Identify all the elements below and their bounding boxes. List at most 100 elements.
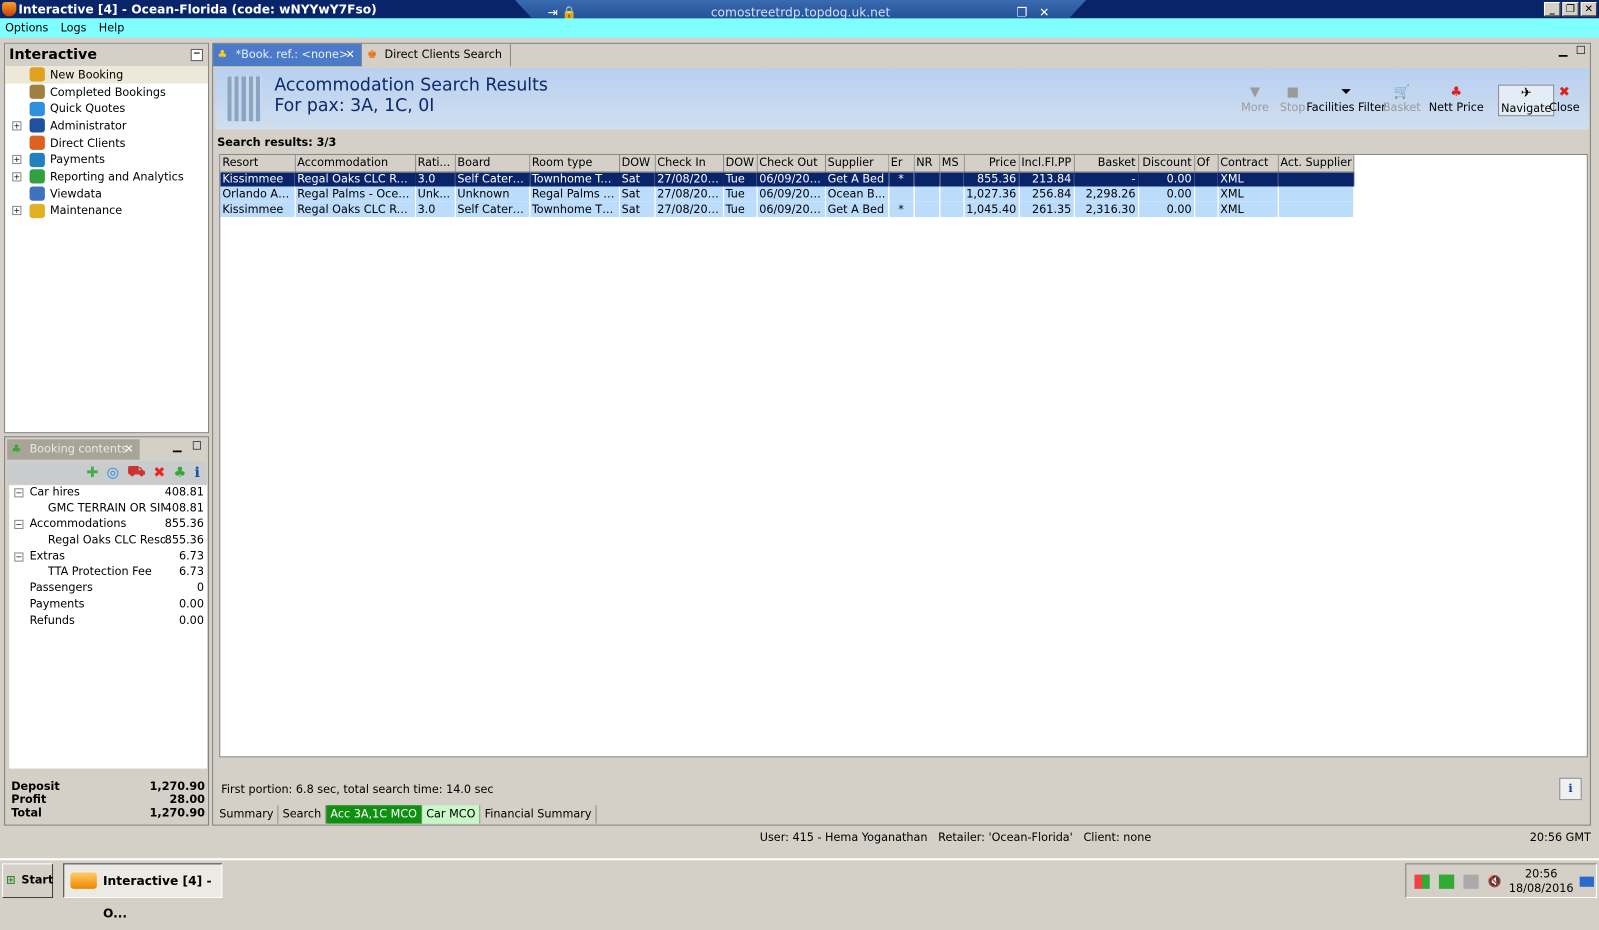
column-header[interactable]: Discount bbox=[1138, 154, 1195, 172]
column-header[interactable]: Check In bbox=[654, 154, 724, 172]
collapse-button[interactable]: − bbox=[190, 48, 203, 62]
booking-row[interactable]: − Extras 6.73 bbox=[9, 549, 207, 565]
minimize-button[interactable]: _ bbox=[1543, 2, 1561, 17]
nav-item-payments[interactable]: + Payments bbox=[5, 151, 208, 168]
booking-row[interactable]: Passengers 0 bbox=[9, 581, 207, 597]
stop-button[interactable]: ■ Stop bbox=[1280, 85, 1306, 115]
column-header[interactable]: Check Out bbox=[756, 154, 826, 172]
collapse-icon[interactable]: − bbox=[14, 552, 24, 562]
bottom-tab-search[interactable]: Search bbox=[278, 805, 327, 824]
tab-label: *Book. ref.: <none> bbox=[235, 47, 349, 62]
column-header[interactable]: Contract bbox=[1217, 154, 1279, 172]
menu-options[interactable]: Options bbox=[5, 18, 48, 37]
close-icon[interactable]: ✕ bbox=[124, 439, 133, 459]
column-header[interactable]: NR bbox=[913, 154, 940, 172]
delete-icon[interactable]: ✖ bbox=[153, 465, 165, 481]
booking-row[interactable]: GMC TERRAIN OR SIM 408.81 bbox=[9, 501, 207, 517]
bottom-tab-financial-summary[interactable]: Financial Summary bbox=[480, 805, 597, 824]
column-header[interactable]: Er bbox=[888, 154, 915, 172]
booking-row[interactable]: Payments 0.00 bbox=[9, 597, 207, 613]
column-header[interactable]: MS bbox=[939, 154, 965, 172]
maximize-panel-button[interactable]: ☐ bbox=[192, 439, 202, 452]
nav-item-direct-clients[interactable]: Direct Clients bbox=[5, 134, 208, 151]
booking-row-label: Accommodations bbox=[29, 517, 127, 531]
column-header[interactable]: Of bbox=[1194, 154, 1219, 172]
nett-price-button[interactable]: ♣ Nett Price bbox=[1429, 85, 1484, 115]
collapse-icon[interactable]: − bbox=[14, 488, 24, 498]
volume-muted-icon[interactable]: 🔇 bbox=[1488, 875, 1503, 889]
close-window-button[interactable]: ✕ bbox=[1580, 2, 1598, 17]
cell-dow: Tue bbox=[723, 186, 758, 202]
menu-logs[interactable]: Logs bbox=[61, 18, 87, 37]
taskbar-item-interactive[interactable]: Interactive [4] - O... bbox=[63, 863, 223, 920]
nav-item-maintenance[interactable]: + Maintenance bbox=[5, 202, 208, 219]
booking-row-label: Car hires bbox=[29, 485, 80, 499]
column-header[interactable]: DOW bbox=[723, 154, 758, 172]
total-label: Total bbox=[11, 806, 42, 820]
facilities-filter-button[interactable]: ⏷ Facilities Filter bbox=[1306, 85, 1385, 115]
flag-icon[interactable] bbox=[1414, 874, 1430, 889]
system-tray: 🔇 20:56 18/08/2016 bbox=[1405, 863, 1598, 899]
column-header[interactable]: Act. Supplier bbox=[1277, 154, 1354, 172]
booking-row[interactable]: Refunds 0.00 bbox=[9, 613, 207, 629]
navigate-button[interactable]: ✈ Navigate bbox=[1498, 84, 1555, 117]
refresh-icon[interactable]: ◎ bbox=[107, 465, 119, 481]
add-icon[interactable]: ✚ bbox=[86, 465, 98, 481]
nav-item-label: Direct Clients bbox=[49, 136, 126, 150]
tab-booking[interactable]: ♣ *Book. ref.: <none> ✕ bbox=[213, 43, 363, 67]
cell-supplier: Get A Bed bbox=[825, 201, 889, 218]
table-row[interactable]: Orlando Ar... Regal Palms - Ocean ... Unk.… bbox=[220, 186, 1354, 202]
maximize-main-button[interactable]: ☐ bbox=[1576, 44, 1586, 57]
column-header[interactable]: Supplier bbox=[825, 154, 889, 172]
nav-item-viewdata[interactable]: Viewdata bbox=[5, 185, 208, 202]
column-header[interactable]: Accommodation bbox=[294, 154, 416, 172]
connection-icon[interactable] bbox=[1463, 874, 1479, 889]
nav-item-new-booking[interactable]: New Booking bbox=[5, 66, 209, 84]
table-row[interactable]: Kissimmee Regal Oaks CLC Resort 3.0 Self Ca… bbox=[220, 171, 1354, 187]
close-tab-icon[interactable]: ✕ bbox=[345, 44, 354, 66]
column-header[interactable]: Basket bbox=[1073, 154, 1139, 172]
start-button[interactable]: ⊞ Start bbox=[2, 863, 53, 899]
bottom-tab-summary[interactable]: Summary bbox=[215, 805, 279, 824]
cell-incl-fl-pp: 261.35 bbox=[1018, 201, 1075, 218]
basket-button[interactable]: 🛒 Basket bbox=[1383, 85, 1421, 115]
menu-help[interactable]: Help bbox=[99, 18, 125, 37]
nav-item-completed-bookings[interactable]: Completed Bookings bbox=[5, 83, 208, 100]
booking-row[interactable]: Regal Oaks CLC Resor 855.36 bbox=[9, 533, 207, 549]
clock[interactable]: 20:56 18/08/2016 bbox=[1509, 867, 1574, 896]
tab-direct-clients-search[interactable]: ♚ Direct Clients Search bbox=[362, 43, 511, 67]
info-icon[interactable]: i bbox=[194, 465, 199, 481]
column-header[interactable]: Resort bbox=[220, 154, 296, 172]
booking-row[interactable]: − Car hires 408.81 bbox=[9, 485, 207, 501]
cart-icon[interactable]: ⛟ bbox=[127, 464, 145, 482]
close-button[interactable]: ✖ Close bbox=[1549, 85, 1580, 115]
column-header[interactable]: Incl.Fl.PP bbox=[1018, 154, 1075, 172]
table-row[interactable]: Kissimmee Regal Oaks CLC Resort 3.0 Self Ca… bbox=[220, 201, 1354, 218]
column-header[interactable]: DOW bbox=[619, 154, 656, 172]
expand-icon[interactable]: + bbox=[12, 206, 22, 216]
nav-item-administrator[interactable]: + Administrator bbox=[5, 117, 208, 134]
expand-icon[interactable]: + bbox=[12, 155, 22, 165]
more-button[interactable]: ▼ More bbox=[1241, 85, 1269, 115]
column-header[interactable]: Rati... bbox=[415, 154, 456, 172]
nav-item-quick-quotes[interactable]: Quick Quotes bbox=[5, 100, 208, 117]
minimize-panel-button[interactable]: ▁ bbox=[173, 439, 182, 452]
column-header[interactable]: Price bbox=[963, 154, 1020, 172]
bottom-tab-car-mco[interactable]: Car MCO bbox=[422, 805, 481, 824]
network-card-icon[interactable] bbox=[1438, 874, 1455, 889]
nav-item-reporting-and-analytics[interactable]: + Reporting and Analytics bbox=[5, 168, 208, 185]
booking-contents-tab[interactable]: ♣ Booking contents ✕ bbox=[7, 439, 140, 460]
expand-icon[interactable]: + bbox=[12, 172, 22, 182]
show-desktop-icon[interactable] bbox=[1579, 876, 1594, 887]
bottom-tab-acc-3a-1c-mco[interactable]: Acc 3A,1C MCO bbox=[326, 805, 423, 824]
column-header[interactable]: Room type bbox=[529, 154, 620, 172]
column-header[interactable]: Board bbox=[454, 154, 530, 172]
minimize-main-button[interactable]: ▁ bbox=[1559, 44, 1568, 57]
collapse-icon[interactable]: − bbox=[14, 520, 24, 530]
restore-button[interactable]: ❐ bbox=[1562, 2, 1579, 17]
info-button[interactable]: i bbox=[1559, 777, 1582, 801]
palm-tree-icon[interactable]: ♣ bbox=[173, 465, 186, 481]
booking-row[interactable]: TTA Protection Fee 6.73 bbox=[9, 565, 207, 581]
booking-row[interactable]: − Accommodations 855.36 bbox=[9, 517, 207, 533]
expand-icon[interactable]: + bbox=[12, 121, 22, 131]
